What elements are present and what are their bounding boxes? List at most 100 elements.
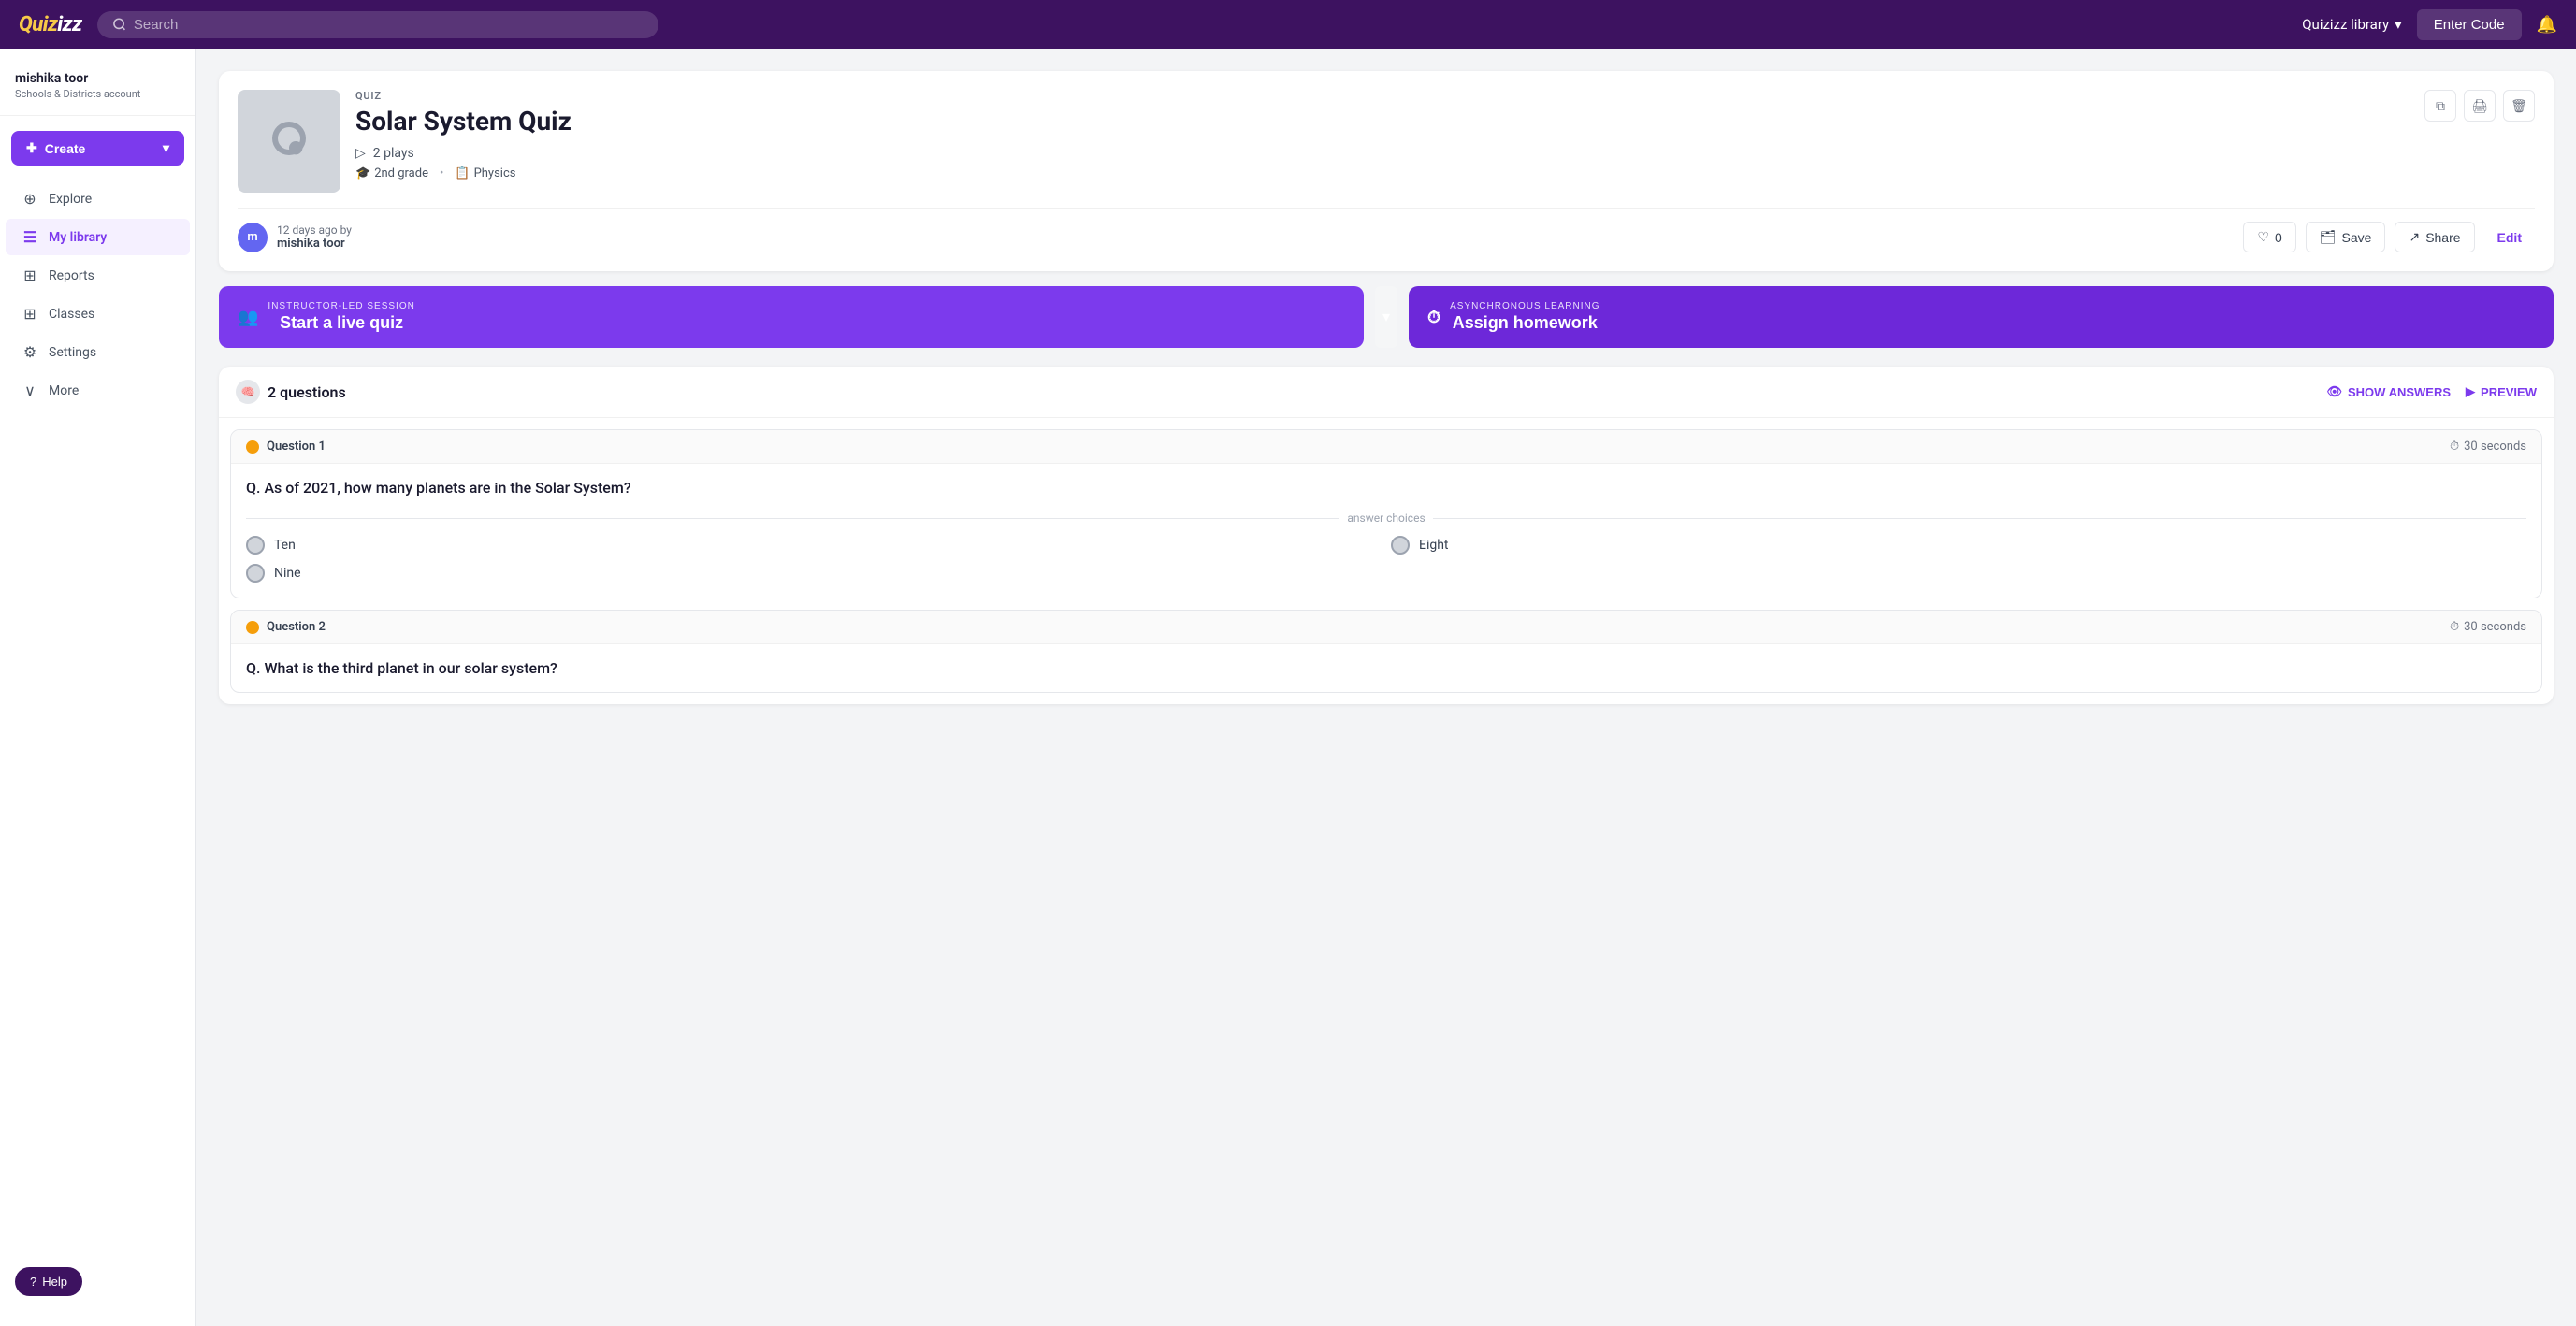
- quiz-grade-tag: 🎓 2nd grade: [355, 166, 428, 180]
- questions-title: 🧠 2 questions: [236, 380, 346, 404]
- explore-icon: ⊕: [21, 190, 39, 208]
- sidebar-item-reports[interactable]: ⊞ Reports: [6, 257, 190, 294]
- question-2-text: Q. What is the third planet in our solar…: [231, 644, 2541, 692]
- heart-icon: ♡: [2257, 229, 2269, 245]
- question-card-2: Question 2 ⏱ 30 seconds Q. What is the t…: [230, 610, 2542, 693]
- show-answers-button[interactable]: 👁 SHOW ANSWERS: [2326, 384, 2451, 399]
- nav-right: Quizizz library ▾ Enter Code 🔔: [2302, 9, 2557, 40]
- sidebar-item-classes[interactable]: ⊞ Classes: [6, 295, 190, 332]
- print-button[interactable]: 🖨: [2464, 90, 2496, 122]
- quiz-info: QUIZ Solar System Quiz ▷ 2 plays 🎓 2nd g…: [355, 90, 2410, 180]
- classes-icon: ⊞: [21, 305, 39, 323]
- sidebar-username: mishika toor: [15, 71, 181, 86]
- choice-eight: Eight: [1391, 536, 2526, 555]
- sidebar-user: mishika toor Schools & Districts account: [0, 64, 195, 116]
- more-icon: ∨: [21, 382, 39, 399]
- search-icon: [112, 17, 126, 32]
- assign-homework-button[interactable]: ⏱ ASYNCHRONOUS LEARNING Assign homework: [1409, 286, 2554, 348]
- duplicate-button[interactable]: ⧉: [2424, 90, 2456, 122]
- eye-icon: 👁: [2326, 384, 2342, 399]
- question-1-text: Q. As of 2021, how many planets are in t…: [231, 464, 2541, 512]
- question-2-dot: [246, 621, 259, 634]
- live-quiz-dropdown-button[interactable]: ▾: [1375, 286, 1397, 348]
- sidebar-item-my-library[interactable]: ☰ My library: [6, 219, 190, 255]
- start-live-quiz-button[interactable]: 👥 INSTRUCTOR-LED SESSION Start a live qu…: [219, 286, 1364, 348]
- play-icon: ▷: [355, 146, 366, 161]
- chevron-down-icon: ▾: [2395, 16, 2402, 33]
- quizizz-library-button[interactable]: Quizizz library ▾: [2302, 16, 2401, 33]
- enter-code-button[interactable]: Enter Code: [2417, 9, 2522, 40]
- live-quiz-icon: 👥: [238, 308, 258, 327]
- quiz-meta-plays: ▷ 2 plays: [355, 146, 2410, 161]
- timer-icon: ⏱: [2450, 440, 2459, 454]
- search-bar[interactable]: [97, 11, 658, 38]
- answer-choices-grid: Ten Eight Nine: [231, 536, 2541, 598]
- questions-actions: 👁 SHOW ANSWERS ▶ PREVIEW: [2326, 384, 2537, 399]
- author-avatar: m: [238, 223, 268, 252]
- question-1-label: Question 1: [246, 440, 326, 454]
- question-card-1: Question 1 ⏱ 30 seconds Q. As of 2021, h…: [230, 429, 2542, 598]
- quiz-card-footer: m 12 days ago by mishika toor ♡ 0 🗂 Save: [238, 208, 2535, 252]
- notification-bell-icon[interactable]: 🔔: [2537, 15, 2557, 35]
- question-1-header: Question 1 ⏱ 30 seconds: [231, 430, 2541, 464]
- share-icon: ↗: [2409, 229, 2420, 245]
- question-1-timer: ⏱ 30 seconds: [2450, 440, 2526, 454]
- quiz-thumbnail-image: [261, 113, 317, 169]
- question-2-label: Question 2: [246, 620, 326, 634]
- questions-section: 🧠 2 questions 👁 SHOW ANSWERS ▶ PREVIEW: [219, 367, 2554, 704]
- sidebar-item-explore[interactable]: ⊕ Explore: [6, 180, 190, 217]
- main-content: QUIZ Solar System Quiz ▷ 2 plays 🎓 2nd g…: [196, 49, 2576, 1326]
- share-button[interactable]: ↗ Share: [2395, 222, 2474, 252]
- top-navigation: Quizizz Quizizz library ▾ Enter Code 🔔: [0, 0, 2576, 49]
- author-info: m 12 days ago by mishika toor: [238, 223, 352, 252]
- preview-button[interactable]: ▶ PREVIEW: [2466, 384, 2537, 399]
- subject-icon: 📋: [455, 166, 470, 180]
- question-2-timer: ⏱ 30 seconds: [2450, 620, 2526, 634]
- help-icon: ?: [30, 1275, 36, 1289]
- delete-button[interactable]: 🗑: [2503, 90, 2535, 122]
- action-buttons: 👥 INSTRUCTOR-LED SESSION Start a live qu…: [219, 286, 2554, 348]
- quiz-subject-tag: 📋 Physics: [455, 166, 515, 180]
- answer-choices-label: answer choices: [231, 512, 2541, 536]
- like-button[interactable]: ♡ 0: [2243, 222, 2295, 252]
- settings-icon: ⚙: [21, 343, 39, 361]
- save-icon: 🗂: [2320, 229, 2337, 245]
- create-dropdown-icon: ▾: [163, 140, 169, 156]
- quiz-thumbnail: [238, 90, 340, 193]
- library-icon: ☰: [21, 228, 39, 246]
- question-1-dot: [246, 440, 259, 454]
- choice-circle: [246, 564, 265, 583]
- logo: Quizizz: [19, 13, 82, 36]
- print-icon: 🖨: [2471, 98, 2488, 114]
- footer-buttons: ♡ 0 🗂 Save ↗ Share Edit: [2243, 222, 2535, 252]
- choice-nine: Nine: [246, 564, 1382, 583]
- sidebar-bottom: ? Help: [0, 1252, 195, 1311]
- sidebar-item-settings[interactable]: ⚙ Settings: [6, 334, 190, 370]
- quiz-type-label: QUIZ: [355, 90, 2410, 102]
- search-input[interactable]: [134, 17, 644, 33]
- quiz-card-actions: ⧉ 🖨 🗑: [2424, 90, 2535, 122]
- save-button[interactable]: 🗂 Save: [2306, 222, 2386, 252]
- questions-header: 🧠 2 questions 👁 SHOW ANSWERS ▶ PREVIEW: [219, 367, 2554, 418]
- help-button[interactable]: ? Help: [15, 1267, 82, 1296]
- choice-ten: Ten: [246, 536, 1382, 555]
- questions-brain-icon: 🧠: [241, 385, 255, 398]
- sidebar-nav: ⊕ Explore ☰ My library ⊞ Reports ⊞ Class…: [0, 180, 195, 1252]
- create-button[interactable]: ✚ Create ▾: [11, 131, 184, 166]
- quiz-tags: 🎓 2nd grade • 📋 Physics: [355, 166, 2410, 180]
- edit-button[interactable]: Edit: [2484, 222, 2535, 252]
- author-details: 12 days ago by mishika toor: [277, 223, 352, 251]
- sidebar: mishika toor Schools & Districts account…: [0, 49, 196, 1326]
- reports-icon: ⊞: [21, 267, 39, 284]
- trash-icon: 🗑: [2511, 98, 2527, 114]
- choice-circle: [1391, 536, 1410, 555]
- homework-icon: ⏱: [1427, 308, 1440, 327]
- question-2-header: Question 2 ⏱ 30 seconds: [231, 611, 2541, 644]
- timer-icon-2: ⏱: [2450, 620, 2459, 634]
- author-name: mishika toor: [277, 237, 352, 251]
- quiz-info-card: QUIZ Solar System Quiz ▷ 2 plays 🎓 2nd g…: [219, 71, 2554, 271]
- plus-icon: ✚: [26, 140, 37, 156]
- quiz-title: Solar System Quiz: [355, 106, 2410, 137]
- sidebar-item-more[interactable]: ∨ More: [6, 372, 190, 409]
- choice-circle: [246, 536, 265, 555]
